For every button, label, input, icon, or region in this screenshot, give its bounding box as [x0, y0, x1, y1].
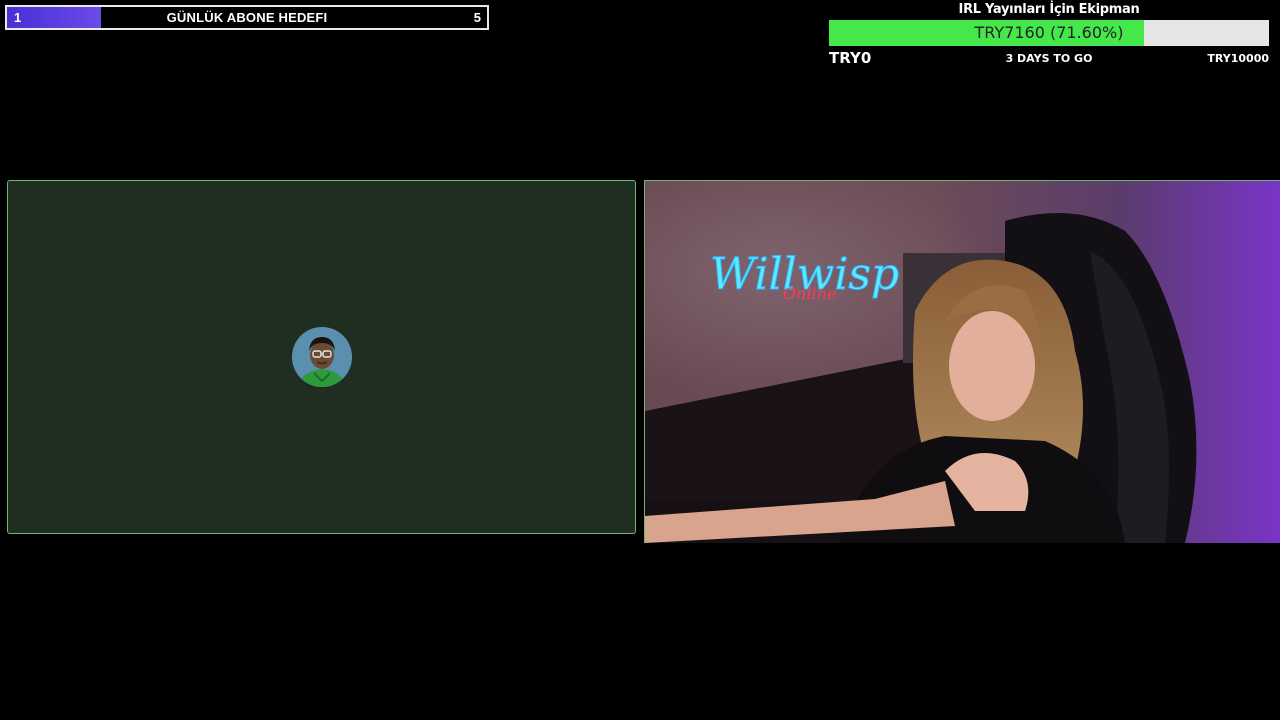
subscriber-goal-title: GÜNLÜK ABONE HEDEFI: [166, 10, 328, 25]
subscriber-goal-bar: 1 GÜNLÜK ABONE HEDEFI 5: [5, 5, 489, 30]
avatar-icon: [292, 327, 352, 387]
donation-goal-end: TRY10000: [1207, 52, 1269, 65]
webcam-panel: Willwisp Online: [644, 180, 1280, 543]
donation-goal-amount: TRY7160 (71.60%): [974, 23, 1124, 42]
guest-call-panel: [7, 180, 636, 534]
donation-goal-remaining: 3 DAYS TO GO: [1005, 52, 1093, 65]
guest-avatar: [292, 327, 352, 387]
donation-goal-meta: TRY0 3 DAYS TO GO TRY10000: [829, 48, 1269, 68]
svg-text:Online: Online: [783, 284, 836, 303]
donation-goal-widget: IRL Yayınları İçin Ekipman TRY7160 (71.6…: [829, 0, 1269, 68]
webcam-video-icon: Willwisp Online: [645, 181, 1280, 543]
donation-goal-bar: TRY7160 (71.60%): [829, 20, 1269, 46]
donation-goal-title: IRL Yayınları İçin Ekipman: [958, 2, 1140, 17]
subscriber-goal-target: 5: [473, 10, 481, 25]
